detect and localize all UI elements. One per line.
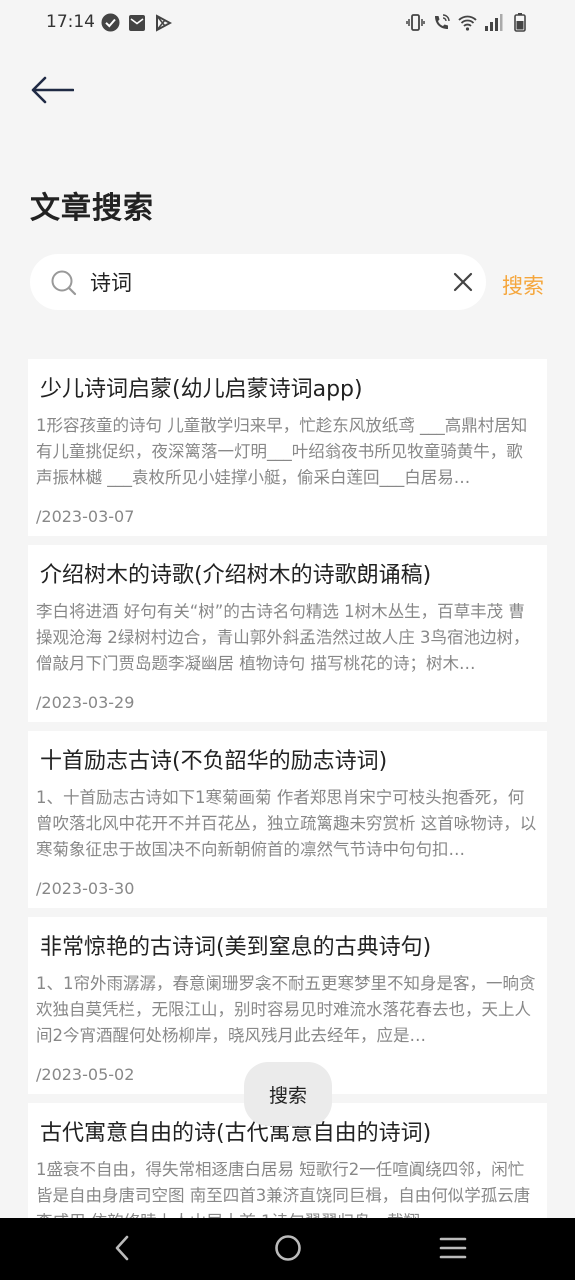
wifi-icon (458, 13, 477, 32)
clear-search-icon[interactable] (452, 271, 474, 293)
nav-back-button[interactable] (107, 1235, 137, 1265)
nav-home-icon (274, 1234, 302, 1266)
article-excerpt: 1、十首励志古诗如下1寒菊画菊 作者郑思肖宋宁可枝头抱香死，何曾吹落北风中花开不… (36, 788, 537, 859)
nav-back-icon (112, 1234, 132, 1266)
article-date: /2023-03-29 (36, 693, 135, 712)
signal-icon (484, 13, 503, 32)
article-title: 十首励志古诗(不负韶华的励志诗词) (40, 749, 388, 774)
page-title: 文章搜索 (30, 191, 154, 226)
article-excerpt: 李白将进酒 好句有关“树”的古诗名句精选 1树木丛生，百草丰茂 曹操观沧海 2绿… (36, 602, 530, 673)
search-bar (30, 254, 486, 310)
toast-message: 搜索 (244, 1062, 332, 1126)
article-title: 古代寓意自由的诗(古代寓意自由的诗词) (40, 1121, 432, 1146)
search-input[interactable] (90, 264, 430, 300)
article-title: 介绍树木的诗歌(介绍树木的诗歌朗诵稿) (40, 563, 432, 588)
article-card[interactable]: 十首励志古诗(不负韶华的励志诗词) 1、十首励志古诗如下1寒菊画菊 作者郑思肖宋… (28, 731, 547, 908)
system-nav-bar (0, 1218, 575, 1280)
article-title: 少儿诗词启蒙(幼儿启蒙诗词app) (40, 377, 363, 402)
search-icon (50, 269, 77, 296)
vibrate-icon (406, 13, 425, 32)
status-time: 17:14 (46, 12, 95, 32)
mail-icon (127, 13, 146, 32)
check-circle-icon (101, 13, 120, 32)
back-button[interactable] (30, 74, 78, 110)
arrow-left-icon (30, 76, 75, 108)
nav-menu-button[interactable] (438, 1235, 468, 1265)
system-icons (406, 13, 529, 32)
article-title: 非常惊艳的古诗词(美到窒息的古典诗句) (40, 935, 432, 960)
status-bar: 17:14 (0, 0, 575, 48)
article-excerpt: 1形容孩童的诗句 儿童散学归来早，忙趁东风放纸鸢 ___高鼎村居知有儿童挑促织，… (36, 416, 528, 487)
notification-icons (101, 13, 172, 32)
article-date: /2023-05-02 (36, 1065, 135, 1084)
article-date: /2023-03-07 (36, 507, 135, 526)
article-excerpt: 1、1帘外雨潺潺，春意阑珊罗衾不耐五更寒梦里不知身是客，一晌贪欢独自莫凭栏，无限… (36, 974, 536, 1045)
results-list: 少儿诗词启蒙(幼儿启蒙诗词app) 1形容孩童的诗句 儿童散学归来早，忙趁东风放… (28, 359, 547, 1280)
play-store-icon (153, 13, 172, 32)
battery-icon (510, 13, 529, 32)
search-button[interactable]: 搜索 (502, 270, 544, 300)
article-date: /2023-03-30 (36, 879, 135, 898)
nav-menu-icon (439, 1236, 467, 1264)
nav-home-button[interactable] (273, 1235, 303, 1265)
article-card[interactable]: 介绍树木的诗歌(介绍树木的诗歌朗诵稿) 李白将进酒 好句有关“树”的古诗名句精选… (28, 545, 547, 722)
article-card[interactable]: 少儿诗词启蒙(幼儿启蒙诗词app) 1形容孩童的诗句 儿童散学归来早，忙趁东风放… (28, 359, 547, 536)
wifi-call-icon (432, 13, 451, 32)
